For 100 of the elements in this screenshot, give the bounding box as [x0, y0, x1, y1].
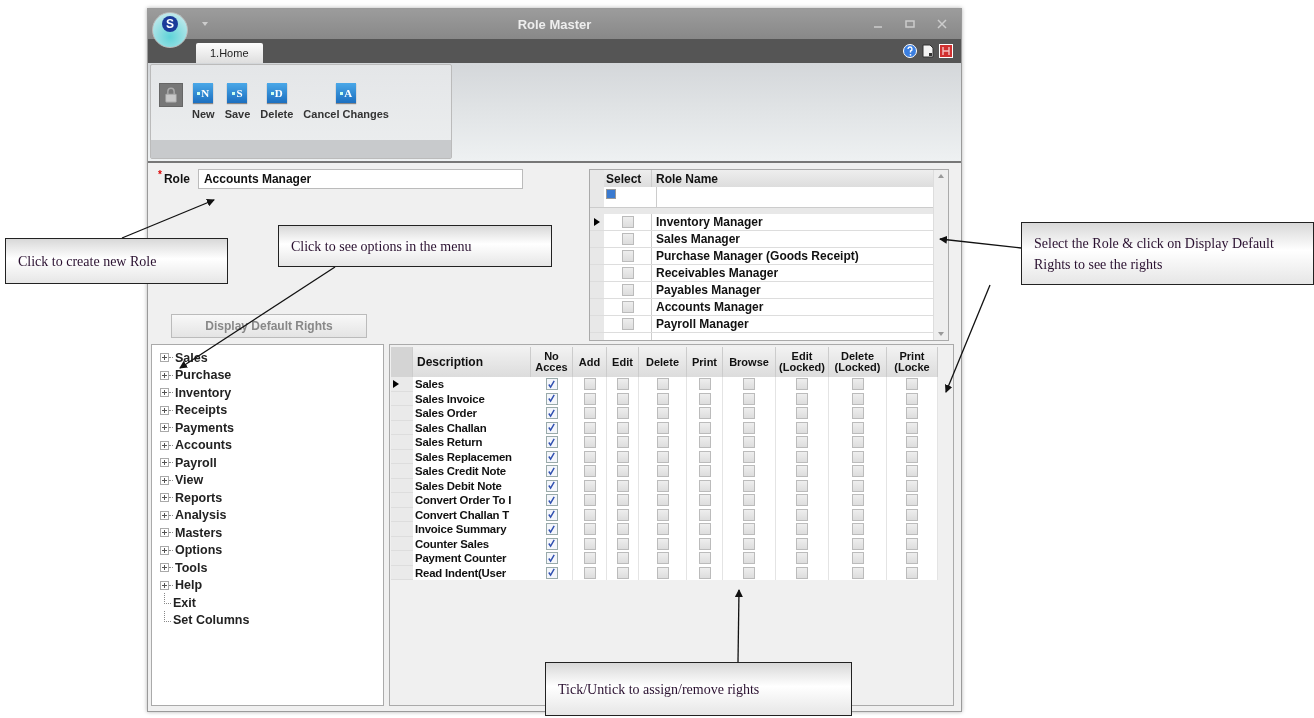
menu-tree-item[interactable]: Options [175, 543, 223, 558]
column-header[interactable]: Print (Locke [887, 347, 938, 377]
checkbox[interactable] [698, 407, 711, 420]
checkbox[interactable] [796, 537, 808, 550]
checkbox[interactable] [616, 494, 629, 507]
checkbox[interactable] [906, 523, 918, 536]
menu-tree-item[interactable]: Payroll [175, 455, 217, 470]
checkbox[interactable] [698, 494, 711, 507]
menu-tree-item[interactable]: Reports [175, 490, 223, 505]
checkbox[interactable] [743, 465, 755, 478]
checkbox[interactable] [656, 552, 669, 565]
checkbox[interactable] [906, 407, 918, 420]
checkbox[interactable] [906, 465, 918, 478]
column-header[interactable]: Delete [639, 347, 687, 377]
checkbox[interactable] [698, 566, 711, 579]
checkbox[interactable] [796, 392, 808, 405]
checkbox[interactable] [743, 508, 755, 521]
expand-icon[interactable] [160, 423, 169, 433]
checkbox[interactable] [851, 465, 864, 478]
document-icon[interactable] [921, 44, 935, 58]
checkbox[interactable] [796, 494, 808, 507]
ribbon-button[interactable]: D Delete [259, 83, 295, 120]
menu-tree-item[interactable]: Analysis [175, 508, 227, 523]
header-corner[interactable] [590, 170, 604, 187]
checkbox[interactable] [545, 465, 558, 478]
menu-tree-item[interactable]: Help [175, 578, 203, 593]
checkbox[interactable] [906, 436, 918, 449]
checkbox[interactable] [545, 407, 558, 420]
checkbox[interactable] [796, 378, 808, 391]
expand-icon[interactable] [160, 370, 169, 380]
checkbox[interactable] [621, 301, 634, 313]
checkbox[interactable] [545, 450, 558, 463]
checkbox[interactable] [616, 465, 629, 478]
menu-tree-item[interactable]: Accounts [175, 438, 232, 453]
checkbox[interactable] [743, 479, 755, 492]
scroll-down-icon[interactable] [938, 332, 944, 336]
column-header[interactable]: Edit [607, 347, 639, 377]
checkbox[interactable] [656, 479, 669, 492]
checkbox[interactable] [545, 436, 558, 449]
checkbox[interactable] [656, 508, 669, 521]
checkbox[interactable] [698, 523, 711, 536]
checkbox[interactable] [743, 407, 755, 420]
checkbox[interactable] [851, 421, 864, 434]
checkbox[interactable] [656, 465, 669, 478]
checkbox[interactable] [851, 523, 864, 536]
menu-tree-item[interactable]: Masters [175, 525, 223, 540]
checkbox[interactable] [796, 508, 808, 521]
checkbox[interactable] [698, 392, 711, 405]
checkbox[interactable] [583, 523, 596, 536]
checkbox[interactable] [796, 450, 808, 463]
checkbox[interactable] [621, 250, 634, 262]
checkbox[interactable] [796, 407, 808, 420]
caret-icon[interactable] [202, 22, 208, 26]
expand-icon[interactable] [160, 353, 169, 363]
checkbox[interactable] [656, 450, 669, 463]
checkbox[interactable] [743, 523, 755, 536]
ribbon-button[interactable]: S Save [223, 83, 252, 120]
checkbox[interactable] [851, 479, 864, 492]
checkbox[interactable] [698, 450, 711, 463]
checkbox[interactable] [545, 392, 558, 405]
column-header[interactable]: Role Name [652, 170, 719, 187]
checkbox[interactable] [616, 421, 629, 434]
checkbox[interactable] [656, 378, 669, 391]
checkbox[interactable] [796, 421, 808, 434]
checkbox[interactable] [656, 407, 669, 420]
expand-icon[interactable] [160, 493, 169, 503]
checkbox[interactable] [906, 494, 918, 507]
checkbox[interactable] [906, 566, 918, 579]
row-header[interactable] [590, 214, 604, 230]
checkbox[interactable] [698, 479, 711, 492]
checkbox[interactable] [796, 523, 808, 536]
exit-icon[interactable] [939, 44, 953, 58]
filter-icon[interactable] [606, 189, 616, 199]
expand-icon[interactable] [160, 563, 169, 573]
checkbox[interactable] [796, 436, 808, 449]
checkbox[interactable] [743, 436, 755, 449]
column-header[interactable]: Edit (Locked) [776, 347, 829, 377]
checkbox[interactable] [583, 508, 596, 521]
checkbox[interactable] [698, 508, 711, 521]
checkbox[interactable] [621, 284, 634, 296]
checkbox[interactable] [698, 436, 711, 449]
ribbon-button[interactable]: A Cancel Changes [302, 83, 390, 120]
checkbox[interactable] [656, 392, 669, 405]
menu-tree-item[interactable]: Receipts [175, 403, 228, 418]
checkbox[interactable] [621, 267, 634, 279]
menu-tree-item[interactable]: Set Columns [173, 613, 250, 628]
checkbox[interactable] [545, 421, 558, 434]
lock-button[interactable] [159, 83, 183, 107]
checkbox[interactable] [743, 552, 755, 565]
ribbon-button[interactable]: N New [191, 83, 216, 120]
checkbox[interactable] [545, 537, 558, 550]
checkbox[interactable] [743, 378, 755, 391]
column-header[interactable]: Add [573, 347, 607, 377]
checkbox[interactable] [545, 494, 558, 507]
expand-icon[interactable] [160, 388, 169, 398]
checkbox[interactable] [616, 378, 629, 391]
help-icon[interactable] [903, 44, 917, 58]
checkbox[interactable] [851, 508, 864, 521]
checkbox[interactable] [851, 450, 864, 463]
menu-tree-item[interactable]: Inventory [175, 385, 232, 400]
